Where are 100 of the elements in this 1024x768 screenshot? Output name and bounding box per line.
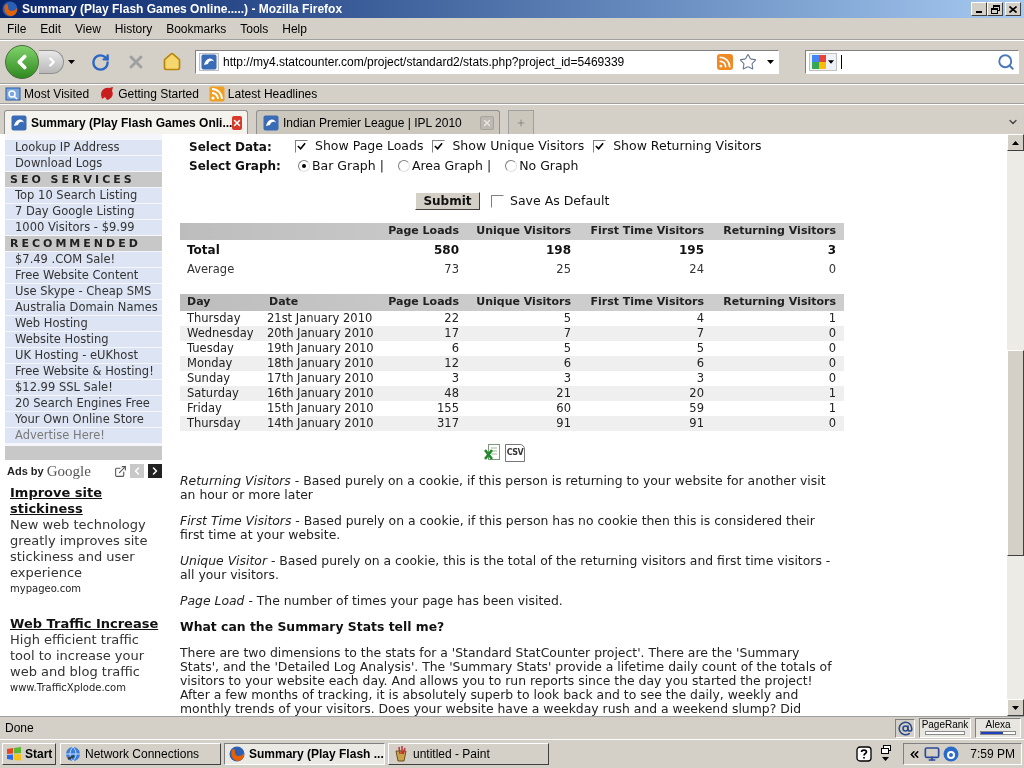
pagerank-widget[interactable]: PageRank: [919, 718, 971, 738]
checkbox-label[interactable]: Show Returning Visitors: [613, 137, 762, 157]
table-cell-text: 4: [695, 311, 705, 326]
submit-button[interactable]: Submit: [415, 192, 480, 210]
menu-item[interactable]: File: [1, 20, 33, 37]
scrollbar[interactable]: [1007, 134, 1024, 716]
search-icon[interactable]: [997, 53, 1015, 71]
menu-item[interactable]: Help: [276, 20, 313, 37]
sidebar-link[interactable]: $7.49 .COM Sale!: [5, 252, 162, 267]
scroll-up-button[interactable]: [1007, 134, 1024, 151]
sidebar-link[interactable]: Your Own Online Store: [5, 412, 162, 427]
column-header: First Time Visitors: [589, 223, 705, 240]
globe-icon: [65, 746, 81, 762]
table-cell-text: 0: [827, 261, 837, 279]
reload-button[interactable]: [90, 52, 110, 72]
next-ad-button[interactable]: [148, 464, 162, 478]
row-label: Total: [186, 242, 221, 259]
sidebar-link[interactable]: 20 Search Engines Free: [5, 396, 162, 411]
taskbar-button[interactable]: untitled - Paint: [388, 743, 549, 765]
caret-icon[interactable]: [767, 60, 774, 64]
radio-label[interactable]: Bar Graph |: [312, 156, 384, 176]
leaf-icon: [99, 86, 116, 102]
checkbox-label[interactable]: Save As Default: [510, 191, 610, 211]
start-button[interactable]: Start: [2, 743, 56, 765]
radio-button[interactable]: [298, 160, 310, 173]
external-link-icon[interactable]: [114, 464, 127, 478]
table-cell-text: 14th January 2010: [266, 416, 375, 431]
arrow-up-icon: [1012, 140, 1019, 145]
table-cell-text: 18th January 2010: [266, 356, 375, 371]
radio-label[interactable]: Area Graph |: [411, 156, 492, 176]
sidebar-link[interactable]: 1000 Visitors - $9.99: [5, 220, 162, 235]
spreadsheet-icon[interactable]: [484, 444, 500, 461]
window-switch-button[interactable]: [879, 744, 894, 764]
monitor-icon[interactable]: [924, 746, 941, 762]
menu-item[interactable]: Bookmarks: [160, 20, 233, 37]
table-cell-text: 59: [688, 401, 705, 416]
menu-item[interactable]: Edit: [34, 20, 68, 37]
back-button[interactable]: [5, 45, 39, 79]
section-heading: What can the Summary Stats tell me?: [180, 620, 446, 634]
sidebar-link[interactable]: Lookup IP Address: [5, 140, 162, 155]
sidebar-link[interactable]: Website Hosting: [5, 332, 162, 347]
sidebar-link[interactable]: Australia Domain Names: [5, 300, 162, 315]
taskbar-button[interactable]: Summary (Play Flash ...: [224, 743, 385, 765]
alexa-widget[interactable]: Alexa: [975, 718, 1021, 738]
checkbox-label[interactable]: Show Page Loads: [315, 137, 424, 157]
magnifier-icon: [5, 86, 21, 102]
table-cell-text: 12: [443, 356, 460, 371]
radio-button[interactable]: [397, 160, 410, 173]
search-engine-icon[interactable]: [809, 53, 837, 71]
tray-app-icon[interactable]: [943, 746, 960, 762]
sidebar-link[interactable]: Free Website & Hosting!: [5, 364, 162, 379]
table-cell-text: 5: [695, 341, 705, 356]
help-button[interactable]: [855, 745, 874, 763]
checkbox-label[interactable]: Show Unique Visitors: [452, 137, 585, 157]
sidebar-link[interactable]: Use Skype - Cheap SMS: [5, 284, 162, 299]
table-cell-text: Wednesday: [186, 326, 255, 341]
bookmark-link[interactable]: Latest Headlines: [227, 86, 318, 102]
minimize-button[interactable]: [971, 2, 987, 16]
sidebar-link[interactable]: Download Logs: [5, 156, 162, 171]
sidebar-link[interactable]: 7 Day Google Listing: [5, 204, 162, 219]
bookmark-link[interactable]: Getting Started: [118, 86, 199, 102]
at-sign-icon[interactable]: [897, 720, 913, 736]
bookmark-link[interactable]: Most Visited: [24, 86, 90, 102]
close-tab-button[interactable]: [232, 115, 243, 130]
reload-icon: [90, 52, 110, 72]
radio-label[interactable]: No Graph: [519, 156, 579, 176]
menu-item[interactable]: View: [69, 20, 107, 37]
row-label: Average: [186, 261, 236, 279]
table-cell-text: 6: [562, 356, 572, 371]
close-button[interactable]: [1005, 2, 1021, 16]
column-header: Date: [268, 294, 300, 311]
ad-title-link[interactable]: Web Traffic Increase: [10, 616, 165, 632]
tab[interactable]: Summary (Play Flash Games Onli...: [4, 110, 248, 134]
menu-item[interactable]: History: [108, 20, 159, 37]
sidebar-link[interactable]: Web Hosting: [5, 316, 162, 331]
scroll-down-button[interactable]: [1007, 699, 1024, 716]
table-cell-text: Thursday: [186, 416, 242, 431]
table-cell-text: 195: [677, 242, 705, 259]
address-bar[interactable]: http://my4.statcounter.com/project/standard2/stats.php?project_id=5469339: [195, 50, 779, 74]
sidebar-link[interactable]: Free Website Content: [5, 268, 162, 283]
ad-title-link[interactable]: Improve site stickiness: [10, 485, 165, 517]
caret-icon[interactable]: [68, 60, 75, 64]
sidebar-link[interactable]: UK Hosting - eUKhost: [5, 348, 162, 363]
tab[interactable]: Indian Premier League | IPL 2010: [256, 110, 500, 134]
restore-button[interactable]: [987, 2, 1003, 16]
bookmark-star-icon[interactable]: [739, 53, 757, 71]
csv-export-button[interactable]: CSV: [505, 443, 525, 462]
search-field[interactable]: [805, 50, 1019, 74]
table-cell-text: 15th January 2010: [266, 401, 375, 416]
table-cell-text: Thursday: [186, 311, 242, 326]
site-icon: [263, 114, 279, 131]
taskbar-button[interactable]: Network Connections: [60, 743, 221, 765]
table-cell-text: 580: [432, 242, 460, 259]
sidebar-link[interactable]: $12.99 SSL Sale!: [5, 380, 162, 395]
scrollbar-thumb[interactable]: [1007, 350, 1024, 556]
status-text: Done: [5, 720, 34, 737]
column-header: Page Loads: [387, 223, 460, 240]
menu-item[interactable]: Tools: [234, 20, 275, 37]
radio-button[interactable]: [505, 160, 518, 173]
sidebar-link[interactable]: Top 10 Search Listing: [5, 188, 162, 203]
